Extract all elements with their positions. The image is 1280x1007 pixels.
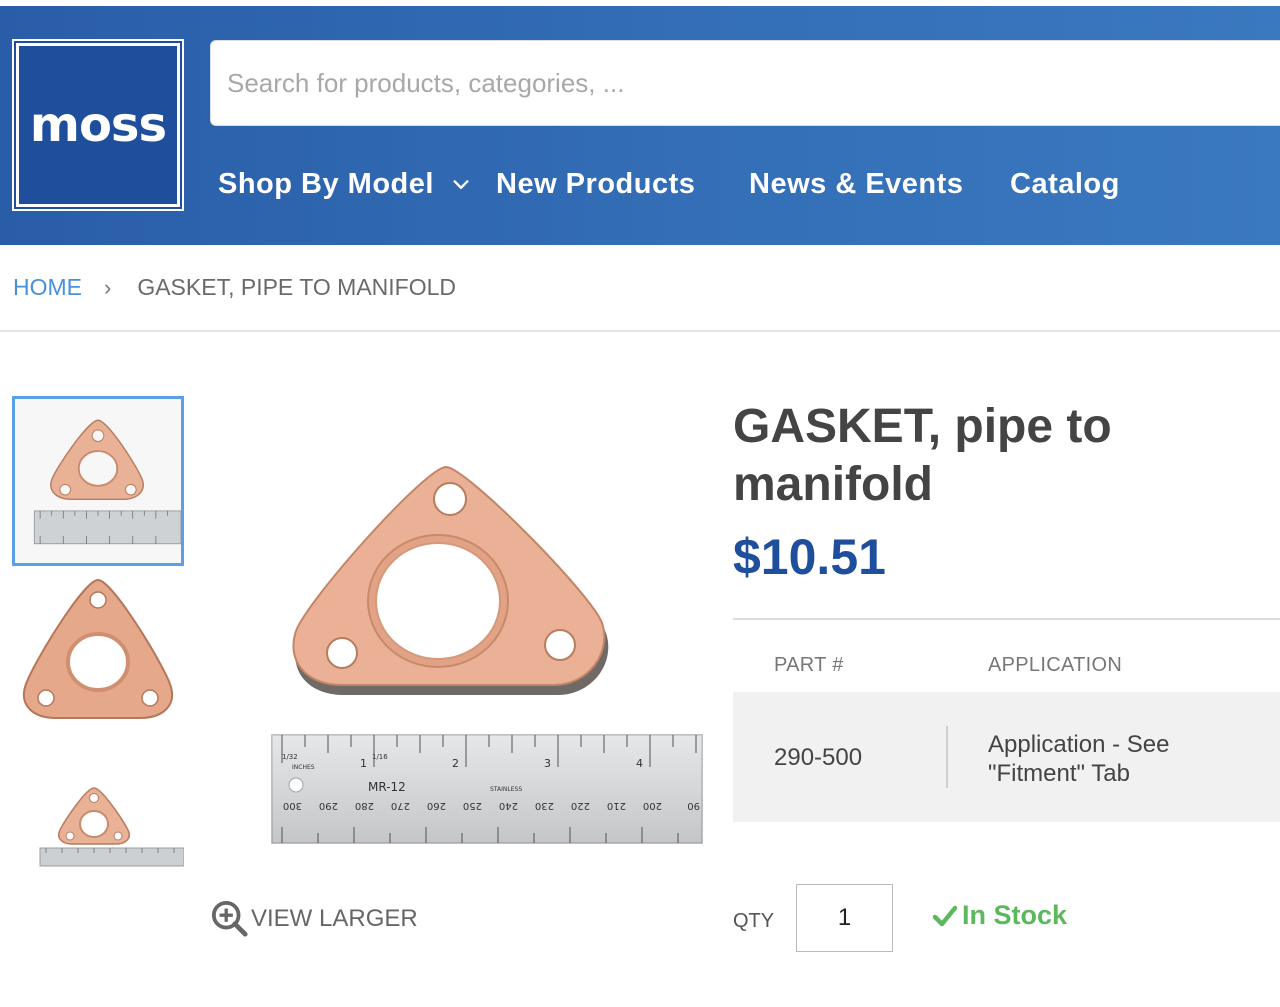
part-number-cell: 290-500 [774, 744, 863, 771]
ruler-label-1: 1 [360, 757, 367, 770]
ruler-label-250: 250 [463, 800, 482, 811]
ruler-label-260: 260 [427, 800, 446, 811]
table-column-separator [946, 726, 948, 788]
ruler-label-inches: INCHES [292, 764, 315, 771]
logo-text: moss [29, 97, 167, 153]
ruler-label-280: 280 [355, 800, 374, 811]
zoom-in-icon [211, 900, 248, 937]
search-bar[interactable] [210, 40, 1280, 126]
ruler-label-300: 300 [283, 800, 302, 811]
ruler-label-270: 270 [391, 800, 410, 811]
product-thumbnail-3[interactable] [12, 736, 184, 906]
ruler-label-90: 90 [687, 800, 700, 811]
gasket-closeup-thumbnail [12, 566, 184, 736]
chevron-down-icon[interactable] [450, 174, 472, 196]
nav-catalog-label: Catalog [1010, 168, 1120, 200]
ruler-label-1-32: 1/32 [282, 753, 298, 761]
view-larger-label: VIEW LARGER [251, 905, 418, 932]
product-price: $10.51 [733, 529, 886, 585]
view-larger-button[interactable]: VIEW LARGER [211, 900, 418, 938]
table-header-application: APPLICATION [988, 654, 1123, 676]
price-divider [733, 618, 1280, 620]
gasket-with-ruler-thumbnail [15, 399, 181, 563]
main-nav: Shop By Model New Products News & Events… [0, 168, 1280, 212]
product-thumbnail-1[interactable] [12, 396, 184, 566]
ruler-label-240: 240 [499, 800, 518, 811]
ruler-label-230: 230 [535, 800, 554, 811]
header-top-border [0, 0, 1280, 6]
qty-label: QTY [733, 910, 775, 932]
ruler-label-stainless: STAINLESS [490, 786, 522, 793]
ruler-label-290: 290 [319, 800, 338, 811]
nav-new-products[interactable]: New Products [496, 168, 695, 201]
breadcrumb-current: GASKET, PIPE TO MANIFOLD [137, 274, 457, 300]
table-header-part: PART # [774, 654, 844, 676]
site-header: moss Shop By Model New Products News & E… [0, 0, 1280, 245]
ruler-label-mr12: MR-12 [368, 780, 406, 794]
gasket-small-ruler-thumbnail [12, 736, 184, 906]
checkmark-icon [932, 905, 958, 926]
nav-catalog[interactable]: Catalog [1010, 168, 1120, 201]
product-title: GASKET, pipe to manifold [733, 400, 1112, 511]
ruler-label-210: 210 [607, 800, 626, 811]
product-thumbnail-2[interactable] [12, 566, 184, 736]
stock-status-label: In Stock [962, 900, 1068, 930]
nav-new-products-label: New Products [496, 168, 696, 200]
qty-input[interactable] [797, 885, 892, 951]
nav-news-events[interactable]: News & Events [749, 168, 963, 201]
search-input[interactable] [211, 41, 1280, 125]
ruler-label-1-16: 1/16 [372, 753, 388, 761]
qty-field[interactable] [796, 884, 893, 952]
breadcrumb: HOME › GASKET, PIPE TO MANIFOLD [13, 274, 456, 301]
ruler-label-200: 200 [643, 800, 662, 811]
breadcrumb-home-link[interactable]: HOME [13, 274, 82, 301]
ruler-label-2: 2 [452, 757, 459, 770]
ruler-label-4: 4 [636, 757, 643, 770]
nav-shop-by-model[interactable]: Shop By Model [218, 168, 472, 201]
stock-status: In Stock [932, 900, 1067, 931]
breadcrumb-divider [0, 330, 1280, 332]
nav-shop-by-model-label: Shop By Model [218, 168, 434, 200]
ruler-label-3: 3 [544, 757, 551, 770]
ruler-label-220: 220 [571, 800, 590, 811]
application-cell: Application - See "Fitment" Tab [988, 731, 1170, 787]
nav-news-events-label: News & Events [749, 168, 964, 200]
breadcrumb-separator: › [104, 274, 112, 300]
product-main-image[interactable]: 1/32 INCHES 1 1/16 2 3 4 MR-12 STAINLESS… [262, 395, 708, 865]
